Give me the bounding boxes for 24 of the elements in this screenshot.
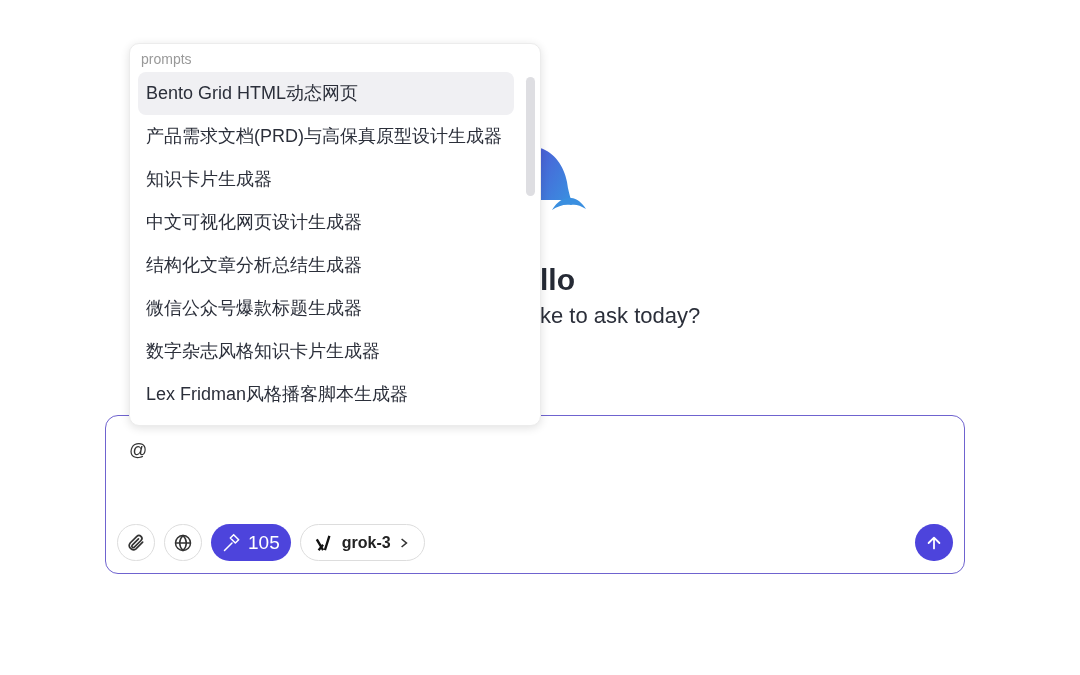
- scrollbar[interactable]: [526, 77, 535, 196]
- message-text: @: [129, 440, 148, 461]
- prompt-item[interactable]: 产品需求文档(PRD)与高保真原型设计生成器: [138, 115, 514, 158]
- model-selector[interactable]: grok-3: [299, 524, 425, 561]
- paperclip-icon: [126, 532, 146, 553]
- send-button[interactable]: [915, 524, 953, 561]
- prompt-item[interactable]: 知识卡片生成器: [138, 158, 514, 201]
- attach-button[interactable]: [117, 524, 155, 561]
- globe-icon: [173, 532, 193, 553]
- greeting-subtitle: ke to ask today?: [540, 302, 701, 330]
- web-search-button[interactable]: [164, 524, 202, 561]
- prompt-item[interactable]: 数字杂志风格知识卡片生成器: [138, 330, 514, 373]
- hammer-icon: [222, 532, 242, 553]
- prompt-item[interactable]: Bento Grid HTML动态网页: [138, 72, 514, 115]
- prompt-item[interactable]: 微信公众号爆款标题生成器: [138, 287, 514, 330]
- menu-heading: prompts: [141, 51, 192, 67]
- tools-button[interactable]: 105: [211, 524, 291, 561]
- prompt-item[interactable]: 中文可视化网页设计生成器: [138, 201, 514, 244]
- prompt-item[interactable]: Lex Fridman风格播客脚本生成器: [138, 373, 514, 416]
- greeting-title: llo: [540, 262, 575, 298]
- chevron-right-icon: [399, 536, 408, 549]
- whale-logo-icon: [540, 148, 586, 210]
- prompt-item[interactable]: 结构化文章分析总结生成器: [138, 244, 514, 287]
- x-logo-icon: [314, 533, 333, 552]
